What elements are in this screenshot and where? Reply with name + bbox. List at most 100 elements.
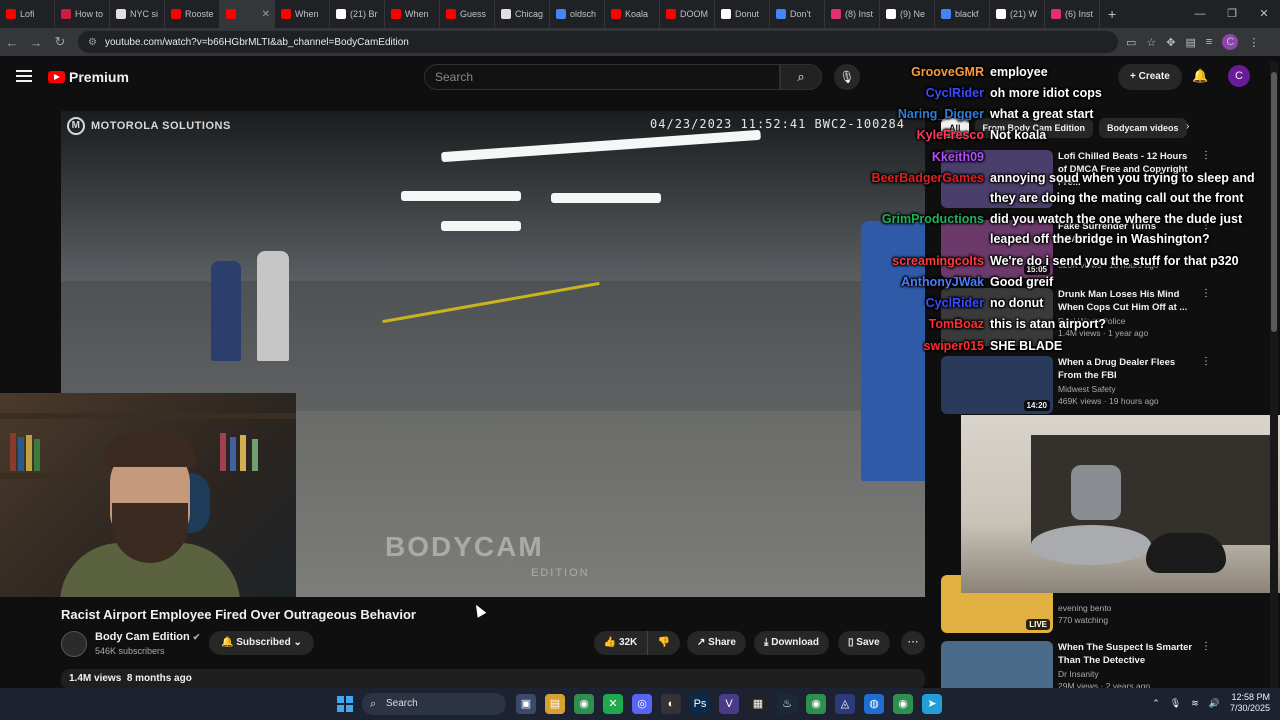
- download-button[interactable]: ⤓ Download: [754, 631, 829, 655]
- share-button[interactable]: ↗ Share: [687, 631, 746, 655]
- browser-tab[interactable]: When: [385, 0, 440, 28]
- more-actions-button[interactable]: ⋯: [901, 631, 925, 655]
- more-options-icon[interactable]: ⋮: [1201, 641, 1211, 652]
- browser-tab[interactable]: DOOM: [660, 0, 715, 28]
- browser-tab[interactable]: Donut: [715, 0, 770, 28]
- browser-tab[interactable]: When: [275, 0, 330, 28]
- like-button[interactable]: 👍 32K: [594, 631, 648, 655]
- browser-tab[interactable]: (21) Br: [330, 0, 385, 28]
- close-window-button[interactable]: ✕: [1248, 0, 1280, 28]
- v-app-icon[interactable]: V: [719, 694, 739, 714]
- wifi-icon[interactable]: ≋: [1191, 698, 1199, 709]
- edge-icon[interactable]: ◍: [864, 694, 884, 714]
- browser-tab[interactable]: (6) Inst: [1045, 0, 1100, 28]
- obs-icon[interactable]: ◐: [661, 694, 681, 714]
- extensions-icon[interactable]: ✥: [1166, 36, 1175, 49]
- back-icon[interactable]: ←: [0, 35, 24, 50]
- forward-icon[interactable]: →: [24, 35, 48, 50]
- app-icon[interactable]: ◬: [835, 694, 855, 714]
- search-input[interactable]: Search: [424, 64, 780, 90]
- photoshop-icon[interactable]: Ps: [690, 694, 710, 714]
- search-button[interactable]: ⌕: [780, 64, 822, 90]
- taskbar-search[interactable]: ⌕ Search: [362, 693, 506, 715]
- browser-tab[interactable]: (8) Inst: [825, 0, 880, 28]
- streamdeck-icon[interactable]: ▦: [748, 694, 768, 714]
- more-options-icon[interactable]: ⋮: [1201, 150, 1211, 161]
- chevron-up-icon[interactable]: ⌃: [1152, 698, 1160, 709]
- steam-icon[interactable]: ♨: [777, 694, 797, 714]
- browser-tab[interactable]: Lofi: [0, 0, 55, 28]
- chrome-icon[interactable]: ◉: [574, 694, 594, 714]
- chat-message: TomBoaz this is atan airport?: [850, 317, 1106, 331]
- file-explorer-icon[interactable]: ▤: [545, 694, 565, 714]
- book: [252, 439, 258, 471]
- browser-tab[interactable]: Chicag: [495, 0, 550, 28]
- video-thumbnail[interactable]: 15:05: [941, 220, 1053, 278]
- close-tab-icon[interactable]: ✕: [262, 9, 270, 20]
- youtube-logo[interactable]: Premium: [48, 69, 129, 85]
- more-options-icon[interactable]: ⋮: [1201, 356, 1211, 367]
- chrome-active-icon[interactable]: ◉: [806, 694, 826, 714]
- chrome-alt-icon[interactable]: ◉: [893, 694, 913, 714]
- channel-name[interactable]: Body Cam Edition ✔: [95, 631, 200, 643]
- scrollbar-thumb[interactable]: [1271, 72, 1277, 332]
- volume-icon[interactable]: 🔊: [1209, 698, 1220, 709]
- create-button[interactable]: + Create: [1118, 64, 1182, 90]
- browser-profile-avatar[interactable]: C: [1222, 34, 1239, 50]
- recommended-title[interactable]: Drunk Man Loses His Mind When Cops Cut H…: [1058, 288, 1198, 314]
- video-thumbnail[interactable]: 14:20: [941, 356, 1053, 414]
- tab-favicon-icon: [446, 9, 456, 19]
- mic-icon[interactable]: 🎙: [1170, 698, 1181, 709]
- recommended-channel[interactable]: evening bento: [1058, 603, 1111, 613]
- browser-tab[interactable]: Koala: [605, 0, 660, 28]
- browser-tab[interactable]: (9) Ne: [880, 0, 935, 28]
- bookmark-star-icon[interactable]: ☆: [1146, 36, 1156, 49]
- dislike-button[interactable]: 👎: [648, 631, 680, 655]
- recommended-video[interactable]: 14:20 When a Drug Dealer Flees From the F…: [941, 356, 1261, 416]
- recommended-title[interactable]: When a Drug Dealer Flees From the FBI: [1058, 356, 1198, 382]
- tab-label: Koala: [625, 9, 649, 19]
- bell-icon: 🔔: [221, 637, 234, 648]
- browser-tab[interactable]: (21) W: [990, 0, 1045, 28]
- sidepanel-icon[interactable]: ▤: [1186, 36, 1196, 49]
- windows-start-icon[interactable]: [337, 696, 353, 712]
- browser-tab[interactable]: NYC si: [110, 0, 165, 28]
- more-options-icon[interactable]: ⋮: [1201, 288, 1211, 299]
- recommended-channel[interactable]: Dr Insanity: [1058, 669, 1099, 679]
- media-icon[interactable]: ≡: [1206, 36, 1212, 48]
- browser-menu-icon[interactable]: ⋮: [1248, 36, 1259, 49]
- menu-icon[interactable]: [16, 70, 32, 82]
- save-button[interactable]: ▯ Save: [838, 631, 890, 655]
- chat-message: AnthonyJWak Good greif: [850, 275, 1053, 289]
- channel-avatar[interactable]: [61, 631, 87, 657]
- maximize-button[interactable]: ❐: [1216, 0, 1248, 28]
- task-view-icon[interactable]: ▣: [516, 694, 536, 714]
- recommended-channel[interactable]: Midwest Safety: [1058, 384, 1116, 394]
- chevron-right-icon[interactable]: ›: [1186, 121, 1189, 132]
- page-scrollbar[interactable]: [1270, 62, 1278, 688]
- filter-chip[interactable]: Bodycam videos: [1099, 118, 1187, 138]
- recommended-title[interactable]: When The Suspect Is Smarter Than The Det…: [1058, 641, 1198, 667]
- clock[interactable]: 12:58 PM 7/30/2025: [1230, 692, 1270, 714]
- browser-tab[interactable]: Guess: [440, 0, 495, 28]
- recommended-video[interactable]: 15:05 Fake Surrender Turns DEADLY! 320K vi…: [941, 220, 1261, 280]
- discord-icon[interactable]: ◎: [632, 694, 652, 714]
- account-avatar[interactable]: C: [1228, 65, 1250, 87]
- new-tab-button[interactable]: +: [1108, 6, 1116, 22]
- browser-tab[interactable]: Don't: [770, 0, 825, 28]
- reload-icon[interactable]: ↻: [48, 34, 72, 50]
- minimize-button[interactable]: —: [1184, 0, 1216, 28]
- site-info-icon[interactable]: ⚙: [88, 37, 97, 48]
- browser-tab[interactable]: oldsch: [550, 0, 605, 28]
- cast-icon[interactable]: ▭: [1126, 36, 1136, 49]
- telegram-icon[interactable]: ➤: [922, 694, 942, 714]
- browser-tab[interactable]: ✕: [220, 0, 275, 28]
- video-description-box[interactable]: 1.4M views 8 months ago: [61, 669, 925, 689]
- url-field[interactable]: ⚙ youtube.com/watch?v=b66HGbrMLTI&ab_cha…: [78, 31, 1118, 53]
- notifications-bell-icon[interactable]: 🔔: [1192, 68, 1208, 84]
- browser-tab[interactable]: Rooste: [165, 0, 220, 28]
- xbox-icon[interactable]: ✕: [603, 694, 623, 714]
- browser-tab[interactable]: blackf: [935, 0, 990, 28]
- subscribed-button[interactable]: 🔔 Subscribed ⌄: [209, 631, 314, 655]
- browser-tab[interactable]: How to: [55, 0, 110, 28]
